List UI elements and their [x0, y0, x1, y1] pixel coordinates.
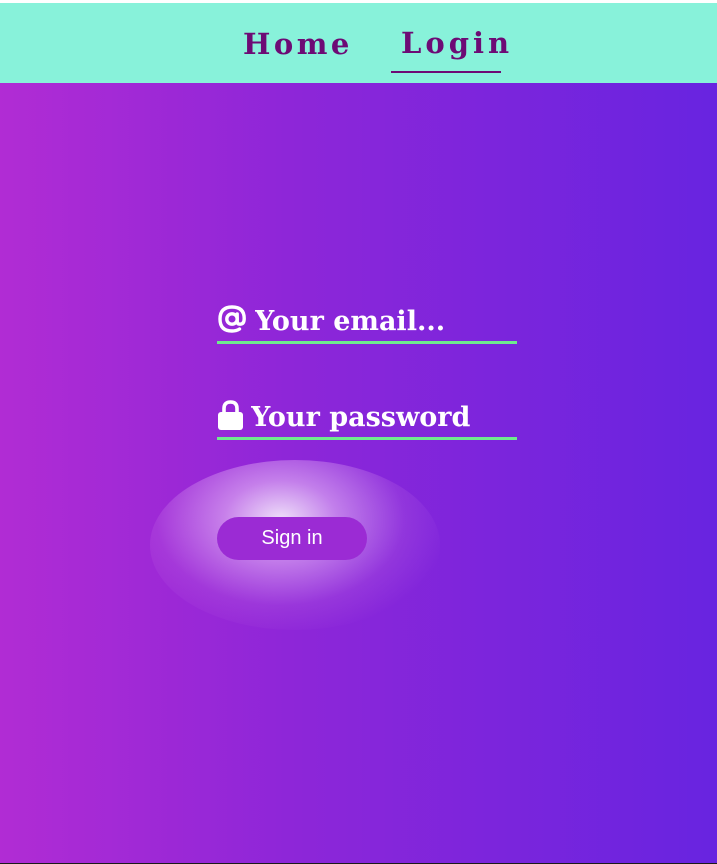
email-field-group — [217, 302, 517, 344]
at-sign-icon — [217, 302, 247, 336]
nav-link-home[interactable]: Home — [243, 30, 353, 59]
sign-in-button[interactable]: Sign in — [217, 517, 367, 560]
password-field-group — [217, 398, 517, 440]
password-input[interactable] — [251, 398, 511, 436]
password-underline — [217, 437, 517, 440]
top-navbar: Home Login — [0, 3, 717, 83]
nav-link-login[interactable]: Login — [401, 29, 513, 58]
email-input[interactable] — [255, 302, 515, 340]
active-nav-indicator — [391, 71, 501, 73]
login-page: Home Login Si — [0, 0, 717, 864]
email-underline — [217, 341, 517, 344]
lock-icon — [217, 398, 244, 432]
